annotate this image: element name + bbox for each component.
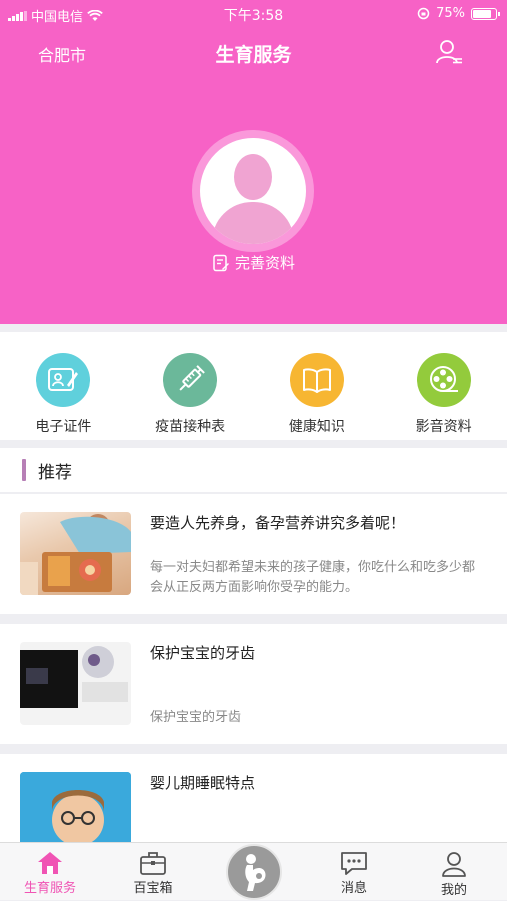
syringe-icon (163, 353, 218, 407)
orientation-lock-icon (417, 7, 430, 20)
article-thumbnail (20, 512, 131, 595)
quick-action-label: 健康知识 (288, 419, 345, 435)
article-card[interactable]: 婴儿期睡眠特点 (0, 754, 507, 844)
quick-action-health[interactable]: 健康知识 (254, 332, 381, 440)
film-reel-icon (416, 353, 471, 407)
recommend-header: 推荐 (0, 448, 507, 492)
quick-action-label: 疫苗接种表 (155, 419, 226, 435)
page-title: 生育服务 (215, 44, 292, 66)
quick-action-label: 电子证件 (35, 419, 92, 435)
article-title: 保护宝宝的牙齿 (150, 644, 256, 662)
edit-document-icon (213, 254, 229, 271)
quick-action-e-id[interactable]: 电子证件 (0, 332, 127, 440)
header: 中国电信 下午3:58 75% 合肥市 生育服务 完善资料 (0, 0, 507, 324)
quick-action-vaccine[interactable]: 疫苗接种表 (127, 332, 254, 440)
tab-toolbox[interactable]: 百宝箱 (113, 843, 193, 901)
status-bar: 中国电信 下午3:58 75% (0, 0, 507, 28)
toolbox-icon (140, 852, 166, 875)
quick-action-label: 影音资料 (415, 419, 472, 435)
section-accent-bar (22, 459, 26, 481)
article-title: 要造人先养身，备孕营养讲究多着呢！ (150, 514, 406, 532)
section-title: 推荐 (38, 463, 72, 483)
tab-label: 我的 (440, 883, 467, 898)
article-thumbnail (20, 772, 131, 844)
quick-action-media[interactable]: 影音资料 (380, 332, 507, 440)
message-icon (341, 852, 367, 875)
tab-birth-service[interactable]: 生育服务 (10, 843, 90, 901)
home-icon (38, 852, 62, 874)
tab-label: 消息 (340, 881, 367, 896)
article-thumbnail (20, 642, 131, 725)
article-card[interactable]: 保护宝宝的牙齿 保护宝宝的牙齿 (0, 624, 507, 744)
article-card[interactable]: 要造人先养身，备孕营养讲究多着呢！ 每一对夫妇都希望未来的孩子健康，你吃什么和吃… (0, 494, 507, 614)
tab-center-pregnancy[interactable] (226, 844, 282, 900)
battery-icon (471, 7, 500, 20)
pregnancy-icon (245, 854, 266, 891)
avatar[interactable] (200, 138, 306, 244)
article-title: 婴儿期睡眠特点 (150, 774, 256, 792)
article-desc: 每一对夫妇都希望未来的孩子健康，你吃什么和吃多少都会从正反两方面影响你受孕的能力… (150, 560, 476, 595)
complete-profile-label: 完善资料 (234, 254, 295, 272)
complete-profile-link[interactable]: 完善资料 (0, 252, 507, 273)
tab-messages[interactable]: 消息 (314, 843, 394, 901)
tab-label: 百宝箱 (133, 881, 173, 896)
tab-mine[interactable]: 我的 (414, 843, 494, 901)
article-desc: 保护宝宝的牙齿 (150, 710, 242, 725)
book-icon (289, 353, 344, 407)
id-card-icon (36, 353, 91, 407)
profile-icon (442, 852, 466, 877)
tab-label: 生育服务 (23, 881, 76, 896)
user-settings-icon[interactable] (435, 38, 463, 66)
battery-percent: 75% (436, 6, 465, 21)
quick-actions: 电子证件 疫苗接种表 健康知识 影音资料 (0, 332, 507, 440)
